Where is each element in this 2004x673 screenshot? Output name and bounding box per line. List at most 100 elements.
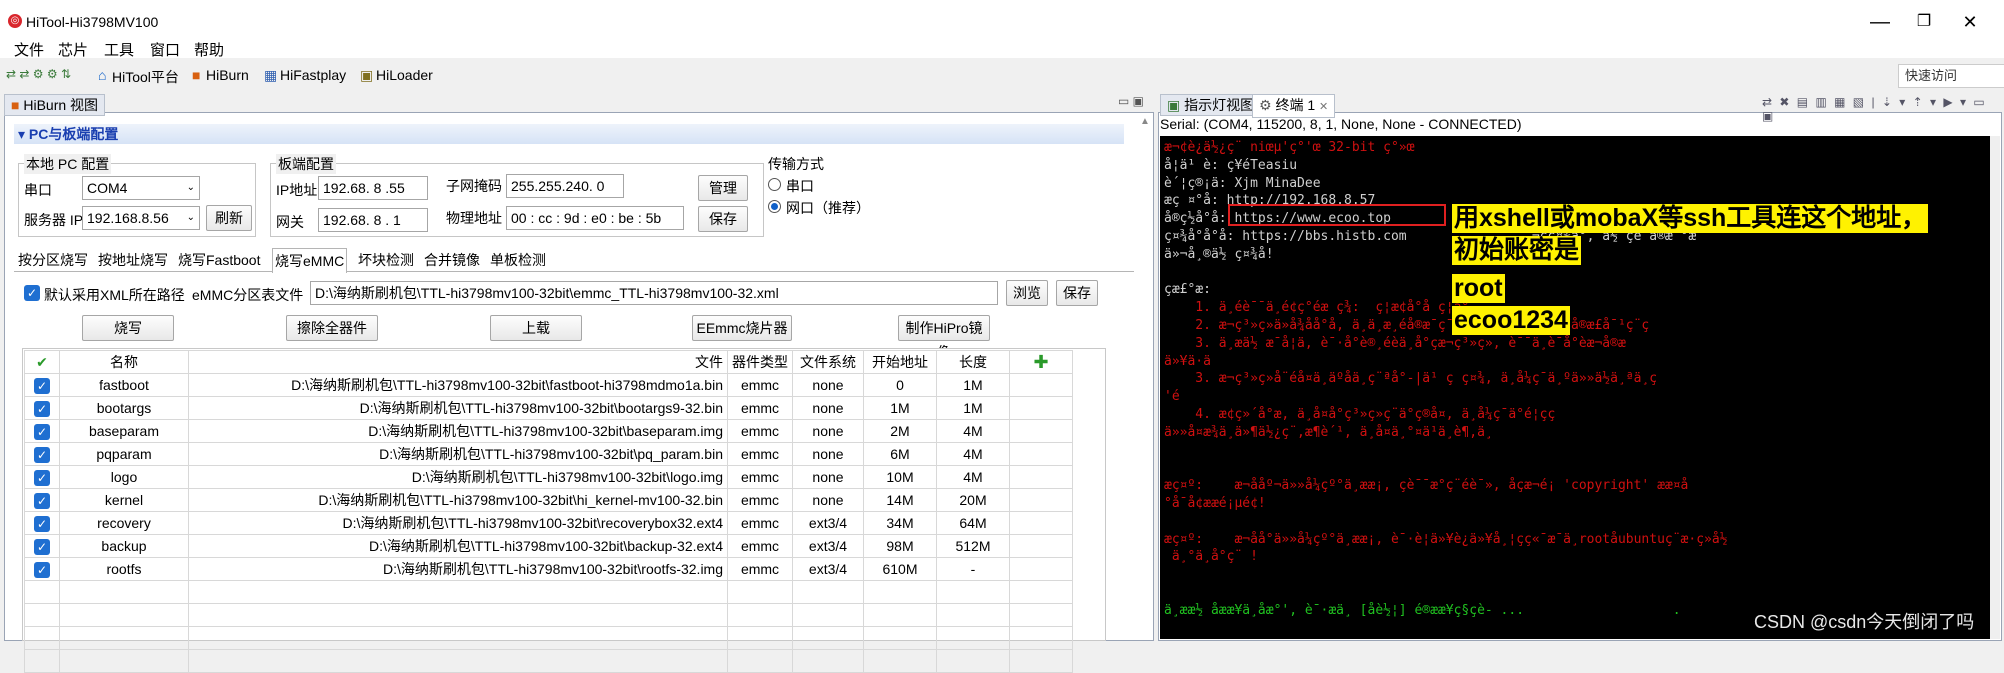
row-checkbox[interactable]: ✓ xyxy=(24,511,60,535)
transfer-title: 传输方式 xyxy=(768,156,824,172)
erase-all-button[interactable]: 擦除全器件 xyxy=(286,315,378,341)
row-device-type: emmc xyxy=(727,534,793,558)
table-row[interactable]: ✓ rootfs D:\海纳斯刷机包\TTL-hi3798mv100-32bit\r… xyxy=(24,557,1073,581)
partition-table: ✔ 名称 文件 器件类型 文件系统 开始地址 长度 ✚ ✓ fastboot D:\… xyxy=(24,350,1073,673)
row-file: D:\海纳斯刷机包\TTL-hi3798mv100-32bit\fastboot… xyxy=(188,373,728,397)
empty-table-row xyxy=(24,649,1073,673)
row-start-address: 14M xyxy=(863,488,937,512)
xml-path-field[interactable]: D:\海纳斯刷机包\TTL-hi3798mv100-32bit\emmc_TTL… xyxy=(310,281,998,305)
table-row[interactable]: ✓ pqparam D:\海纳斯刷机包\TTL-hi3798mv100-32bit\… xyxy=(24,442,1073,466)
tab-indicator-label: 指示灯视图 xyxy=(1184,97,1255,113)
table-row[interactable]: ✓ baseparam D:\海纳斯刷机包\TTL-hi3798mv100-32bi… xyxy=(24,419,1073,443)
tab-indicator-view[interactable]: ▣ 指示灯视图 xyxy=(1160,94,1262,116)
make-hipro-image-button[interactable]: 制作HiPro镜像 xyxy=(898,315,990,360)
tab-terminal-1[interactable]: ⚙ 终端 1 ✕ xyxy=(1252,94,1336,118)
row-length: 1M xyxy=(936,396,1010,420)
emmc-burner-image-button[interactable]: EEmmc烧片器镜 xyxy=(692,315,792,341)
quick-access-input[interactable]: 快速访问 xyxy=(1898,64,2004,88)
port-select[interactable]: COM4 ⌄ xyxy=(82,176,200,200)
column-header-device-type[interactable]: 器件类型 xyxy=(727,350,793,374)
board-save-button[interactable]: 保存 xyxy=(698,206,748,232)
toolbar-small-icons[interactable]: ⇄ ⇄ ⚙ ⚙ ⇅ xyxy=(6,67,71,81)
close-button[interactable]: ✕ xyxy=(1950,8,1990,36)
panel-min-max-icons[interactable]: ▭ ▣ xyxy=(1118,94,1144,108)
column-header-filesystem[interactable]: 文件系统 xyxy=(792,350,864,374)
menu-tools[interactable]: 工具 xyxy=(104,39,134,60)
burn-button[interactable]: 烧写 xyxy=(82,315,174,341)
row-checkbox[interactable]: ✓ xyxy=(24,488,60,512)
toolbar: ⇄ ⇄ ⚙ ⚙ ⇅ ⌂ HiTool平台 ■ HiBurn ▦ HiFastpl… xyxy=(0,62,2004,90)
gateway-field[interactable]: 192.68. 8 . 1 xyxy=(318,208,428,232)
empty-table-row xyxy=(24,626,1073,650)
column-header-file[interactable]: 文件 xyxy=(188,350,728,374)
refresh-button[interactable]: 刷新 xyxy=(206,205,252,231)
maximize-button[interactable]: ❐ xyxy=(1904,8,1944,36)
column-header-name[interactable]: 名称 xyxy=(59,350,189,374)
menu-file[interactable]: 文件 xyxy=(14,39,44,60)
toolbar-hiloader[interactable]: HiLoader xyxy=(376,67,433,83)
row-start-address: 610M xyxy=(863,557,937,581)
toolbar-hitool[interactable]: HiTool平台 xyxy=(112,67,179,87)
toolbar-hifastplay[interactable]: HiFastplay xyxy=(280,67,346,83)
column-header-length[interactable]: 长度 xyxy=(936,350,1010,374)
row-start-address: 6M xyxy=(863,442,937,466)
row-file: D:\海纳斯刷机包\TTL-hi3798mv100-32bit\hi_kerne… xyxy=(188,488,728,512)
tab-board-check[interactable]: 单板检测 xyxy=(488,248,548,272)
row-checkbox[interactable]: ✓ xyxy=(24,373,60,397)
table-row[interactable]: ✓ kernel D:\海纳斯刷机包\TTL-hi3798mv100-32bit\h… xyxy=(24,488,1073,512)
table-row[interactable]: ✓ bootargs D:\海纳斯刷机包\TTL-hi3798mv100-32bit… xyxy=(24,396,1073,420)
left-scrollbar[interactable]: ▲ xyxy=(1138,116,1152,636)
tab-address-burn[interactable]: 按地址烧写 xyxy=(96,248,170,272)
menu-help[interactable]: 帮助 xyxy=(194,39,224,60)
row-checkbox[interactable]: ✓ xyxy=(24,534,60,558)
browse-button[interactable]: 浏览 xyxy=(1006,280,1048,306)
server-ip-select[interactable]: 192.168.8.56 ⌄ xyxy=(82,206,200,230)
row-length: 4M xyxy=(936,442,1010,466)
network-radio[interactable] xyxy=(768,200,781,213)
mac-address-field[interactable]: 00 : cc : 9d : e0 : be : 5b xyxy=(506,206,684,230)
select-all-check-icon[interactable]: ✔ xyxy=(24,350,60,374)
tab-emmc-burn[interactable]: 烧写eMMC xyxy=(272,248,348,273)
menu-window[interactable]: 窗口 xyxy=(150,39,180,60)
tab-merge-image[interactable]: 合并镜像 xyxy=(422,248,482,272)
close-tab-icon[interactable]: ✕ xyxy=(1319,101,1328,113)
emmc-table-label: eMMC分区表文件 xyxy=(192,287,304,303)
xml-save-button[interactable]: 保存 xyxy=(1056,280,1098,306)
table-row[interactable]: ✓ recovery D:\海纳斯刷机包\TTL-hi3798mv100-32bit… xyxy=(24,511,1073,535)
minimize-button[interactable]: — xyxy=(1860,8,1900,36)
terminal-scrollbar[interactable] xyxy=(1990,136,2000,639)
upload-button[interactable]: 上载 xyxy=(490,315,582,341)
add-row-icon[interactable]: ✚ xyxy=(1009,350,1073,374)
table-row[interactable]: ✓ fastboot D:\海纳斯刷机包\TTL-hi3798mv100-32bit… xyxy=(24,373,1073,397)
use-xml-path-checkbox[interactable]: ✓ xyxy=(24,285,40,301)
toolbar-hiburn[interactable]: HiBurn xyxy=(206,67,249,83)
subnet-mask-field[interactable]: 255.255.240. 0 xyxy=(506,174,624,198)
terminal-line: å­¦ä¹ è: ç¥éTeasiu xyxy=(1164,157,1298,173)
section-header[interactable]: ▾ PC与板端配置 xyxy=(14,124,1124,144)
manage-button[interactable]: 管理 xyxy=(698,175,748,201)
row-empty-cell xyxy=(1009,511,1073,535)
annotation-line-1: 用xshell或mobaX等ssh工具连这个地址， xyxy=(1452,204,1929,233)
tab-bad-block[interactable]: 坏块检测 xyxy=(356,248,416,272)
column-header-start-address[interactable]: 开始地址 xyxy=(863,350,937,374)
table-row[interactable]: ✓ backup D:\海纳斯刷机包\TTL-hi3798mv100-32bit\b… xyxy=(24,534,1073,558)
tab-hiburn-view[interactable]: ■ HiBurn 视图 xyxy=(4,94,106,116)
row-file: D:\海纳斯刷机包\TTL-hi3798mv100-32bit\bootargs… xyxy=(188,396,728,420)
terminal-toolbar-icons[interactable]: ⇄ ✖ ▤ ▥ ▦ ▧ | ⇣ ▾ ⇡ ▾ ▶ ▾ ▭ ▣ xyxy=(1762,95,2004,123)
row-checkbox[interactable]: ✓ xyxy=(24,442,60,466)
tab-fastboot-burn[interactable]: 烧写Fastboot xyxy=(176,248,262,272)
row-empty-cell xyxy=(1009,396,1073,420)
row-checkbox[interactable]: ✓ xyxy=(24,419,60,443)
table-row[interactable]: ✓ logo D:\海纳斯刷机包\TTL-hi3798mv100-32bit\log… xyxy=(24,465,1073,489)
row-start-address: 10M xyxy=(863,465,937,489)
row-checkbox[interactable]: ✓ xyxy=(24,557,60,581)
row-checkbox[interactable]: ✓ xyxy=(24,465,60,489)
serial-radio[interactable] xyxy=(768,178,781,191)
menu-chip[interactable]: 芯片 xyxy=(58,39,88,60)
tab-partition-burn[interactable]: 按分区烧写 xyxy=(16,248,90,272)
row-length: 4M xyxy=(936,465,1010,489)
row-length: - xyxy=(936,557,1010,581)
row-checkbox[interactable]: ✓ xyxy=(24,396,60,420)
row-filesystem: none xyxy=(792,419,864,443)
ip-address-field[interactable]: 192.68. 8 .55 xyxy=(318,176,428,200)
